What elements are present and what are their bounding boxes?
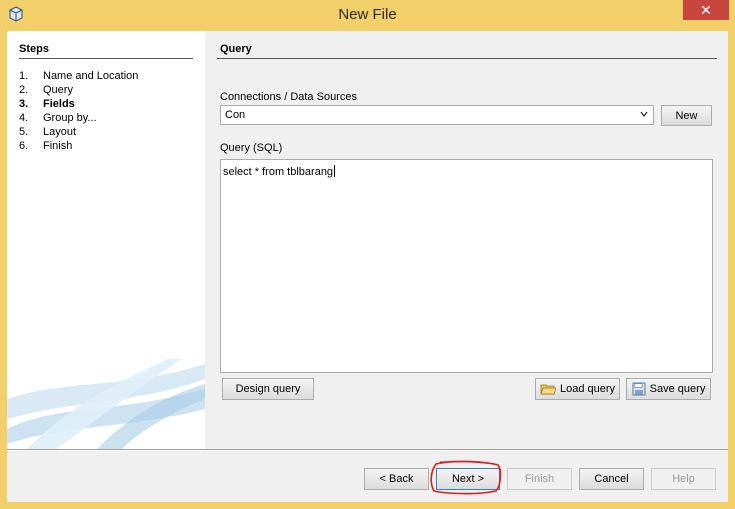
save-disk-icon bbox=[632, 382, 646, 396]
window-title: New File bbox=[338, 6, 397, 23]
step-item: 1. Name and Location bbox=[19, 70, 139, 82]
save-query-label: Save query bbox=[649, 383, 706, 395]
query-text: select * from tblbarang bbox=[223, 166, 334, 178]
chevron-down-icon bbox=[639, 109, 649, 122]
load-query-label: Load query bbox=[559, 383, 616, 395]
design-query-button[interactable]: Design query bbox=[222, 378, 314, 400]
save-query-button[interactable]: Save query bbox=[626, 378, 711, 400]
query-panel: Query Connections / Data Sources Con New… bbox=[217, 31, 728, 449]
cancel-button[interactable]: Cancel bbox=[579, 468, 644, 490]
panel-title: Query bbox=[220, 43, 252, 55]
panel-divider bbox=[217, 58, 717, 59]
footer-separator-highlight bbox=[7, 450, 728, 451]
connection-select[interactable]: Con bbox=[220, 105, 654, 125]
step-item-current: 3. Fields bbox=[19, 98, 75, 110]
steps-title: Steps bbox=[19, 43, 49, 55]
finish-button[interactable]: Finish bbox=[507, 468, 572, 490]
help-button[interactable]: Help bbox=[651, 468, 716, 490]
title-bar[interactable]: New File ✕ bbox=[0, 0, 735, 30]
steps-divider bbox=[19, 58, 193, 59]
steps-list: 1. Name and Location 2. Query 3. Fields 4. G… bbox=[19, 69, 138, 153]
query-label: Query (SQL) bbox=[220, 142, 283, 154]
close-icon: ✕ bbox=[700, 2, 712, 18]
step-item: 2. Query bbox=[19, 84, 73, 96]
folder-open-icon bbox=[540, 384, 556, 395]
wizard-decoration bbox=[7, 359, 205, 449]
step-item: 4. Group by... bbox=[19, 112, 97, 124]
new-connection-button[interactable]: New bbox=[661, 105, 712, 126]
back-button[interactable]: < Back bbox=[364, 468, 429, 490]
highlight-annotation bbox=[430, 460, 502, 495]
close-button[interactable]: ✕ bbox=[683, 0, 729, 20]
steps-panel: Steps 1. Name and Location 2. Query 3. Fiel… bbox=[7, 31, 205, 449]
step-item: 5. Layout bbox=[19, 126, 77, 138]
step-item: 6. Finish bbox=[19, 140, 73, 152]
query-textarea[interactable]: select * from tblbarang bbox=[220, 159, 713, 373]
connection-value: Con bbox=[225, 109, 246, 121]
connections-label: Connections / Data Sources bbox=[220, 91, 357, 103]
load-query-button[interactable]: Load query bbox=[535, 378, 620, 400]
new-file-dialog: New File ✕ Steps 1. Name and Location 2. Q… bbox=[0, 0, 735, 509]
text-caret bbox=[334, 165, 336, 177]
dialog-body: Steps 1. Name and Location 2. Query 3. Fiel… bbox=[7, 31, 728, 502]
